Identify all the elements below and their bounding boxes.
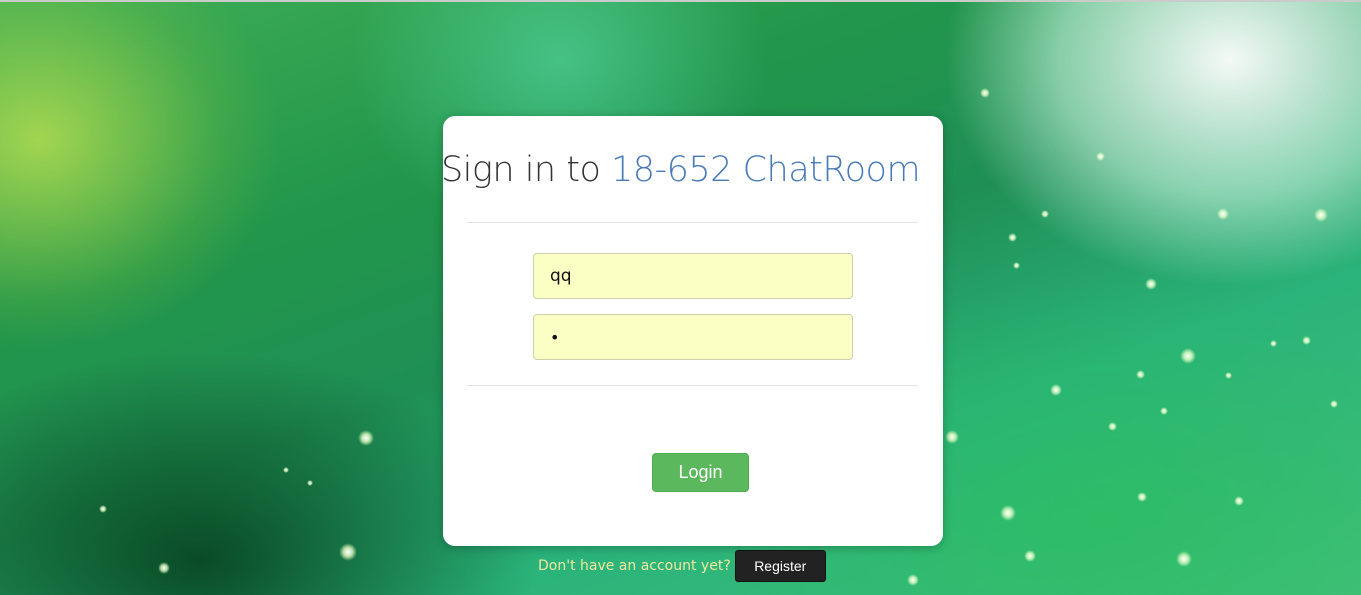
page-title: Sign in to 18-652 ChatRoom: [0, 150, 1361, 190]
register-row: Don't have an account yet? Register: [538, 550, 826, 582]
username-input[interactable]: [533, 253, 853, 299]
login-button[interactable]: Login: [652, 453, 749, 492]
bottom-divider: [467, 385, 918, 386]
register-button[interactable]: Register: [734, 550, 826, 582]
register-prompt: Don't have an account yet?: [538, 558, 731, 574]
top-divider: [467, 222, 918, 223]
window-top-border: [0, 0, 1361, 2]
password-input[interactable]: [533, 314, 853, 360]
brand-name: 18-652 ChatRoom: [610, 150, 921, 190]
title-prefix: Sign in to: [440, 150, 611, 190]
